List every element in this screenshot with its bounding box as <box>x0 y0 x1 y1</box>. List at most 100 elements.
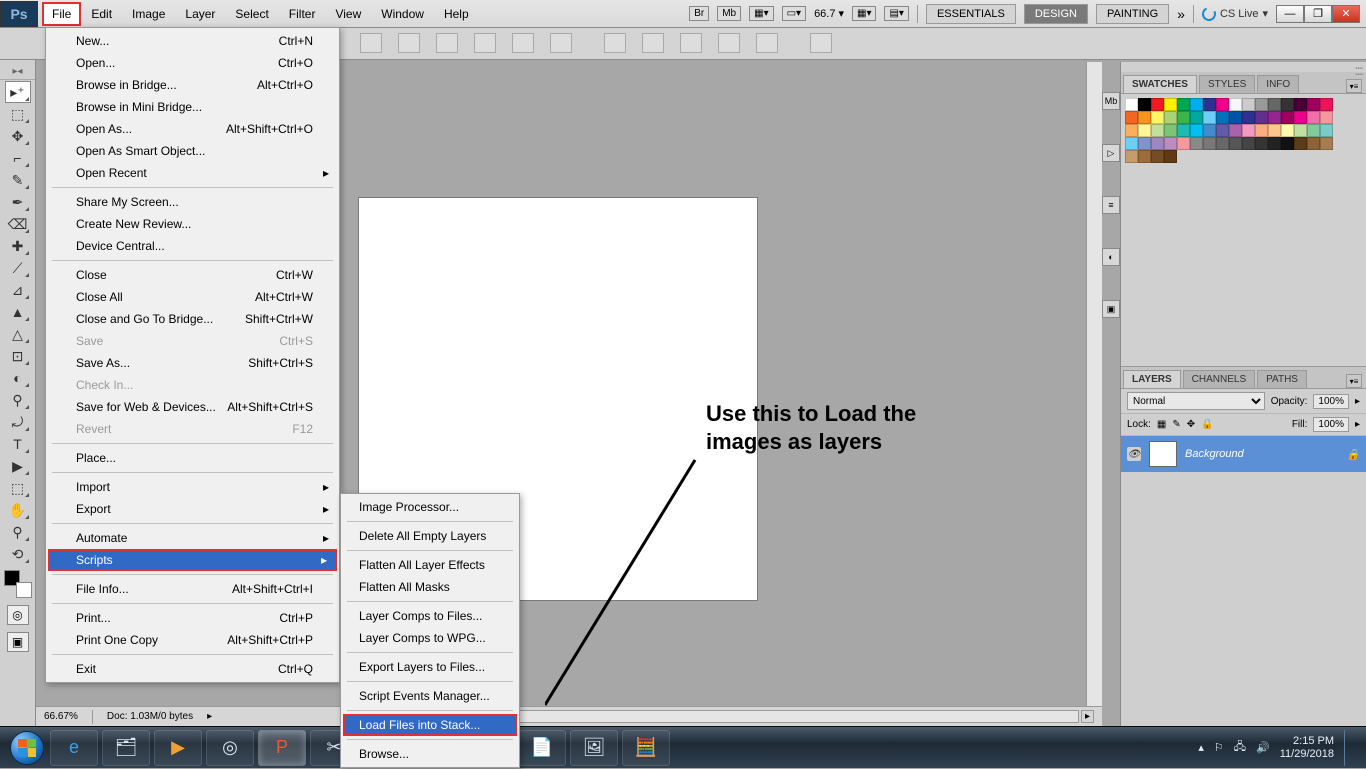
panel-grip[interactable]: :::: <box>1350 62 1366 72</box>
swatch[interactable] <box>1294 124 1307 137</box>
scripts-menu-load-files-into-stack[interactable]: Load Files into Stack... <box>343 714 517 736</box>
swatch[interactable] <box>1203 137 1216 150</box>
taskbar-ie-icon[interactable]: e <box>50 730 98 766</box>
menu-help[interactable]: Help <box>434 2 479 26</box>
swatch[interactable] <box>1151 98 1164 111</box>
tool-5[interactable]: ✒ <box>5 191 31 213</box>
tray-up-icon[interactable]: ▴ <box>1198 741 1204 754</box>
tool-11[interactable]: △ <box>5 323 31 345</box>
tool-14[interactable]: ⚲ <box>5 389 31 411</box>
file-menu-share-my-screen[interactable]: Share My Screen... <box>48 191 337 213</box>
tray-flag-icon[interactable]: ⚐ <box>1214 741 1224 754</box>
opacity-flyout-icon[interactable]: ▸ <box>1355 396 1360 407</box>
menu-view[interactable]: View <box>325 2 371 26</box>
window-restore-button[interactable]: ❐ <box>1304 5 1332 23</box>
file-menu-open[interactable]: Open...Ctrl+O <box>48 52 337 74</box>
layer-visibility-icon[interactable]: 👁 <box>1127 447 1141 461</box>
swatch[interactable] <box>1307 137 1320 150</box>
swatch[interactable] <box>1294 137 1307 150</box>
tab-paths[interactable]: PATHS <box>1257 370 1307 388</box>
mini-bridge-button[interactable]: Mb <box>717 6 741 21</box>
file-menu-close-all[interactable]: Close AllAlt+Ctrl+W <box>48 286 337 308</box>
fill-flyout-icon[interactable]: ▸ <box>1355 419 1360 430</box>
opt-icon[interactable] <box>718 33 740 53</box>
mini-bridge-icon[interactable]: Mb <box>1102 92 1120 110</box>
swatch[interactable] <box>1138 111 1151 124</box>
swatch[interactable] <box>1164 124 1177 137</box>
swatches-grid[interactable] <box>1121 94 1366 167</box>
swatch[interactable] <box>1320 111 1333 124</box>
lock-pixels-icon[interactable]: ✎ <box>1172 419 1180 430</box>
lock-transparent-icon[interactable]: ▦ <box>1157 419 1166 430</box>
tool-0[interactable]: ▸⁺ <box>5 81 31 103</box>
opt-icon[interactable] <box>810 33 832 53</box>
layer-row-background[interactable]: 👁 Background 🔒 <box>1121 436 1366 472</box>
swatch[interactable] <box>1255 98 1268 111</box>
tray-volume-icon[interactable]: 🔊 <box>1256 741 1270 754</box>
swatch[interactable] <box>1268 111 1281 124</box>
tool-18[interactable]: ⬚ <box>5 477 31 499</box>
swatch[interactable] <box>1281 137 1294 150</box>
tool-10[interactable]: ▲ <box>5 301 31 323</box>
swatch[interactable] <box>1138 98 1151 111</box>
swatch[interactable] <box>1242 137 1255 150</box>
workspace-design[interactable]: DESIGN <box>1024 4 1088 24</box>
vertical-scrollbar[interactable] <box>1086 62 1102 726</box>
opt-icon[interactable] <box>398 33 420 53</box>
tool-2[interactable]: ✥ <box>5 125 31 147</box>
swatch[interactable] <box>1164 111 1177 124</box>
workspace-essentials[interactable]: ESSENTIALS <box>926 4 1016 24</box>
swatch[interactable] <box>1320 98 1333 111</box>
scripts-menu-flatten-all-layer-effects[interactable]: Flatten All Layer Effects <box>343 554 517 576</box>
zoom-value[interactable]: 66.7 <box>814 8 835 20</box>
view-extras-button[interactable]: ▦▾ <box>852 6 876 21</box>
swatch[interactable] <box>1268 98 1281 111</box>
history-icon[interactable]: ▷ <box>1102 144 1120 162</box>
window-minimize-button[interactable]: ― <box>1276 5 1304 23</box>
swatch[interactable] <box>1177 124 1190 137</box>
masks-icon[interactable]: ▣ <box>1102 300 1120 318</box>
layer-thumbnail[interactable] <box>1149 441 1177 467</box>
swatch[interactable] <box>1164 137 1177 150</box>
file-menu-file-info[interactable]: File Info...Alt+Shift+Ctrl+I <box>48 578 337 600</box>
swatch[interactable] <box>1190 124 1203 137</box>
swatch[interactable] <box>1151 150 1164 163</box>
swatch[interactable] <box>1229 111 1242 124</box>
opt-icon[interactable] <box>604 33 626 53</box>
scripts-menu-flatten-all-masks[interactable]: Flatten All Masks <box>343 576 517 598</box>
swatch[interactable] <box>1138 150 1151 163</box>
tool-20[interactable]: ⚲ <box>5 521 31 543</box>
menu-filter[interactable]: Filter <box>279 2 326 26</box>
file-menu-device-central[interactable]: Device Central... <box>48 235 337 257</box>
show-desktop-button[interactable] <box>1344 730 1354 766</box>
file-menu-create-new-review[interactable]: Create New Review... <box>48 213 337 235</box>
blend-mode-select[interactable]: Normal <box>1127 392 1265 410</box>
actions-icon[interactable]: ≡ <box>1102 196 1120 214</box>
swatch[interactable] <box>1229 137 1242 150</box>
tool-4[interactable]: ✎ <box>5 169 31 191</box>
swatch[interactable] <box>1151 124 1164 137</box>
taskbar-viewer-icon[interactable]: 🖼 <box>570 730 618 766</box>
scripts-menu-layer-comps-to-files[interactable]: Layer Comps to Files... <box>343 605 517 627</box>
workspace-more-icon[interactable]: » <box>1177 6 1185 22</box>
opt-icon[interactable] <box>680 33 702 53</box>
swatch[interactable] <box>1268 137 1281 150</box>
swatch[interactable] <box>1255 137 1268 150</box>
file-menu-import[interactable]: Import <box>48 476 337 498</box>
bridge-button[interactable]: Br <box>689 6 709 21</box>
lock-all-icon[interactable]: 🔒 <box>1201 419 1213 430</box>
start-button[interactable] <box>6 727 48 769</box>
status-doc-info[interactable]: Doc: 1.03M/0 bytes <box>107 711 193 722</box>
menu-select[interactable]: Select <box>225 2 278 26</box>
doc-layout-button[interactable]: ▤▾ <box>884 6 908 21</box>
tool-3[interactable]: ⌐ <box>5 147 31 169</box>
opt-icon[interactable] <box>474 33 496 53</box>
taskbar-chrome-icon[interactable]: ◎ <box>206 730 254 766</box>
swatch[interactable] <box>1320 137 1333 150</box>
swatch[interactable] <box>1125 111 1138 124</box>
swatch[interactable] <box>1164 98 1177 111</box>
swatch[interactable] <box>1203 98 1216 111</box>
tray-network-icon[interactable]: 🖧 <box>1234 738 1246 757</box>
panel-menu-icon[interactable]: ▾≡ <box>1346 374 1362 388</box>
swatch[interactable] <box>1125 98 1138 111</box>
